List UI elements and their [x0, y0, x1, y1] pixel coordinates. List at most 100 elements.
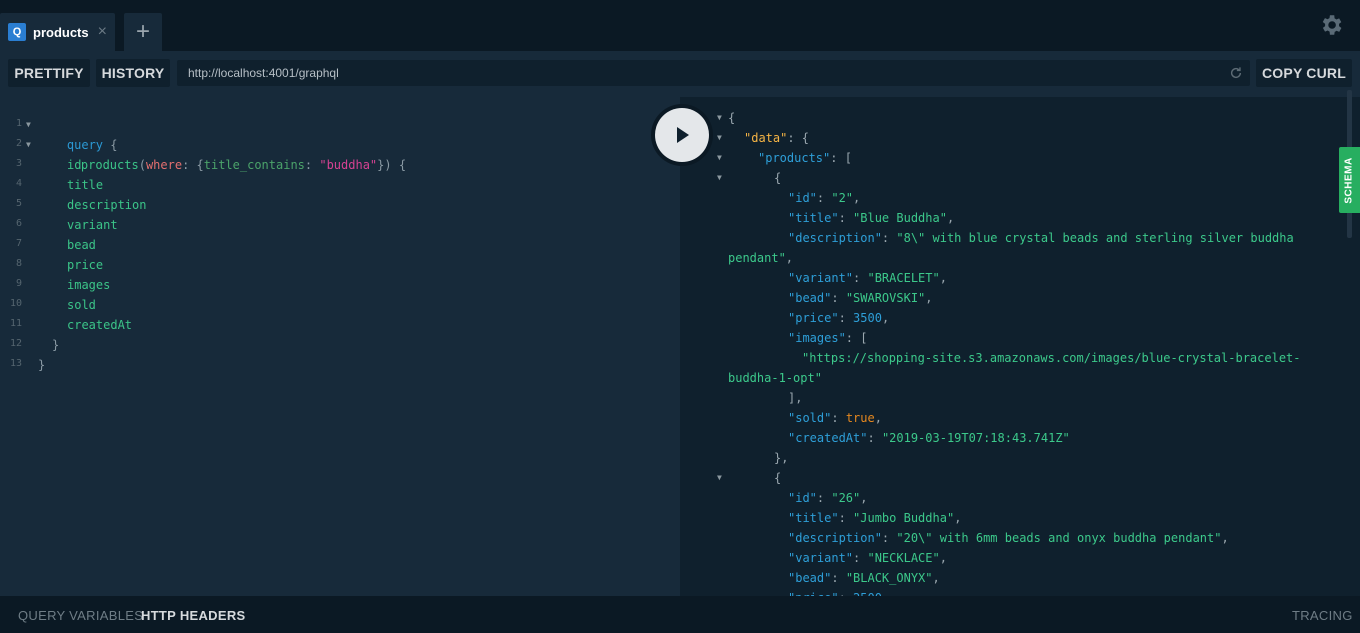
json-punctuation: : — [816, 491, 832, 505]
line-number: 11 — [9, 318, 22, 329]
fold-arrow-icon[interactable]: ▼ — [26, 140, 31, 149]
tracing-tab[interactable]: TRACING — [1292, 608, 1353, 623]
result-line: "price": 2500, — [788, 588, 889, 596]
line-number: 4 — [15, 178, 22, 189]
json-key: "id" — [788, 191, 817, 205]
json-punctuation: , — [881, 311, 890, 325]
json-punctuation: : — [838, 211, 854, 225]
code-punctuation: : — [304, 158, 320, 172]
result-line: { — [774, 168, 781, 188]
json-punctuation: , — [946, 211, 955, 225]
code-line: } — [38, 358, 46, 372]
result-line: "bead": "BLACK_ONYX", — [788, 568, 940, 588]
json-string: "Blue Buddha" — [853, 211, 947, 225]
json-punctuation: : — [881, 231, 897, 245]
fold-arrow-icon[interactable]: ▼ — [717, 153, 722, 162]
json-string: "26" — [831, 491, 861, 505]
add-tab-button[interactable]: + — [124, 13, 162, 51]
json-punctuation: : [ — [845, 331, 868, 345]
line-number: 7 — [15, 238, 22, 249]
fold-arrow-icon[interactable]: ▼ — [717, 173, 722, 182]
result-line: { — [728, 108, 735, 128]
result-line: "variant": "NECKLACE", — [788, 548, 947, 568]
json-punctuation: , — [932, 571, 940, 585]
field-line: price — [67, 258, 104, 272]
bottom-bar: QUERY VARIABLES HTTP HEADERS TRACING — [0, 596, 1360, 633]
tab-products[interactable]: Q products × — [0, 13, 115, 51]
json-string: "Jumbo Buddha" — [853, 511, 955, 525]
result-viewer[interactable]: {▼ "data": {▼ "products": [▼{▼ "id": "2", "t… — [680, 97, 1360, 596]
schema-tab[interactable]: SCHEMA — [1339, 147, 1360, 213]
json-key: "bead" — [788, 571, 832, 585]
code-punctuation: }) { — [377, 158, 407, 172]
json-punctuation: : — [831, 291, 846, 305]
json-key: "images" — [788, 331, 846, 345]
line-number: 3 — [15, 158, 22, 169]
json-punctuation: : — [831, 411, 846, 425]
json-string: "2019-03-19T07:18:43.741Z" — [881, 431, 1070, 445]
result-line: "bead": "SWAROVSKI", — [788, 288, 933, 308]
tab-bar: Q products × + — [0, 0, 1360, 51]
result-line: "sold": true, — [788, 408, 882, 428]
json-key: "title" — [788, 511, 839, 525]
json-punctuation: { — [728, 111, 736, 125]
json-punctuation: , — [1221, 531, 1229, 545]
result-line: "id": "2", — [788, 188, 860, 208]
result-line: "createdAt": "2019-03-19T07:18:43.741Z" — [788, 428, 1070, 448]
prettify-button[interactable]: PRETTIFY — [8, 59, 90, 87]
fold-arrow-icon[interactable]: ▼ — [26, 120, 31, 129]
http-headers-tab[interactable]: HTTP HEADERS — [141, 608, 245, 623]
json-punctuation: ], — [788, 391, 803, 405]
close-icon[interactable]: × — [98, 24, 107, 40]
json-key: "createdAt" — [788, 431, 868, 445]
reload-icon[interactable] — [1229, 66, 1243, 80]
endpoint-url-text: http://localhost:4001/graphql — [188, 66, 339, 80]
json-punctuation: { — [774, 471, 782, 485]
json-key: "id" — [788, 491, 817, 505]
json-key: "sold" — [788, 411, 832, 425]
result-line: "price": 3500, — [788, 308, 889, 328]
fold-arrow-icon[interactable]: ▼ — [717, 113, 722, 122]
json-string: "8\" with blue crystal beads and sterlin… — [896, 231, 1294, 245]
json-punctuation: : — [838, 511, 854, 525]
json-string: buddha-1-opt" — [728, 371, 822, 385]
json-key: "price" — [788, 311, 839, 325]
play-icon — [677, 127, 689, 143]
field-line: sold — [67, 298, 96, 312]
json-string: "BRACELET" — [867, 271, 940, 285]
result-line: ], — [788, 388, 802, 408]
argument-where: where — [145, 158, 183, 172]
code-punctuation: ( — [138, 158, 146, 172]
field-line: description — [67, 198, 147, 212]
json-punctuation: : — [853, 551, 868, 565]
play-button-face — [655, 108, 709, 162]
result-line: }, — [774, 448, 788, 468]
code-line: products(where: {title_contains: "buddha… — [52, 135, 406, 172]
result-line: pendant", — [728, 248, 793, 268]
argument-title-contains: title_contains — [203, 158, 305, 172]
json-punctuation: : — [831, 571, 846, 585]
copy-curl-button[interactable]: COPY CURL — [1256, 59, 1352, 87]
history-button[interactable]: HISTORY — [96, 59, 170, 87]
json-string: "SWAROVSKI" — [845, 291, 926, 305]
endpoint-url-input[interactable]: http://localhost:4001/graphql — [177, 60, 1250, 86]
result-line: "title": "Blue Buddha", — [788, 208, 954, 228]
query-editor[interactable]: 1 2 3 4 5 6 7 8 9 10 11 12 13 ▼ ▼ query … — [0, 97, 680, 596]
fold-arrow-icon[interactable]: ▼ — [717, 473, 722, 482]
fold-arrow-icon[interactable]: ▼ — [717, 133, 722, 142]
json-number: 3500 — [853, 311, 882, 325]
gear-icon[interactable] — [1318, 12, 1344, 38]
execute-button[interactable] — [651, 104, 713, 166]
field-line: title — [67, 178, 104, 192]
query-badge: Q — [8, 23, 26, 41]
json-key: "variant" — [788, 551, 854, 565]
json-punctuation: }, — [774, 451, 789, 465]
json-key: "bead" — [788, 291, 832, 305]
json-punctuation: , — [860, 491, 868, 505]
json-key: "description" — [788, 231, 882, 245]
query-variables-tab[interactable]: QUERY VARIABLES — [18, 608, 143, 623]
code-line: } — [52, 338, 60, 352]
result-line: "images": [ — [788, 328, 867, 348]
json-boolean: true — [845, 411, 875, 425]
json-string: "https://shopping-site.s3.amazonaws.com/… — [802, 351, 1301, 365]
